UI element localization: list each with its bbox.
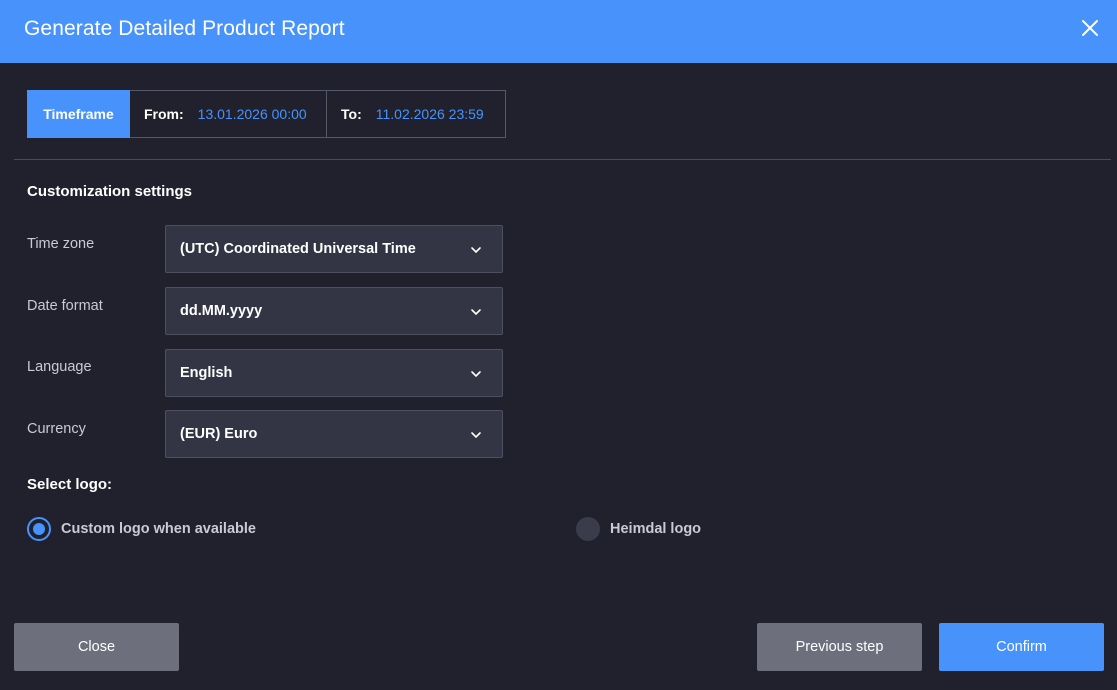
- customization-title: Customization settings: [27, 183, 193, 200]
- radio-selected-icon[interactable]: [27, 517, 51, 541]
- language-select[interactable]: English: [165, 349, 503, 397]
- chevron-down-icon: [471, 247, 481, 254]
- timeframe-label: Timeframe: [27, 90, 130, 138]
- radio-custom-logo[interactable]: Custom logo when available: [27, 516, 256, 542]
- select-logo-title: Select logo:: [27, 476, 113, 493]
- confirm-button[interactable]: Confirm: [939, 623, 1104, 671]
- close-icon[interactable]: [1079, 17, 1101, 39]
- chevron-down-icon: [471, 371, 481, 378]
- divider: [14, 159, 1111, 160]
- heimdal-logo-label[interactable]: Heimdal logo: [610, 521, 701, 537]
- timeframe-to[interactable]: To: 11.02.2026 23:59: [327, 91, 505, 137]
- chevron-down-icon: [471, 432, 481, 439]
- from-label: From:: [144, 106, 184, 122]
- date-format-select[interactable]: dd.MM.yyyy: [165, 287, 503, 335]
- radio-unselected-icon[interactable]: [576, 517, 600, 541]
- language-value: English: [180, 365, 233, 381]
- chevron-down-icon: [471, 309, 481, 316]
- custom-logo-label[interactable]: Custom logo when available: [61, 521, 256, 537]
- to-label: To:: [341, 106, 362, 122]
- language-label: Language: [27, 359, 92, 375]
- close-button[interactable]: Close: [14, 623, 179, 671]
- currency-value: (EUR) Euro: [180, 426, 258, 442]
- dialog-header: Generate Detailed Product Report: [0, 0, 1117, 63]
- time-zone-select[interactable]: (UTC) Coordinated Universal Time: [165, 225, 503, 273]
- currency-label: Currency: [27, 421, 86, 437]
- timeframe-bar: Timeframe From: 13.01.2026 00:00 To: 11.…: [27, 90, 506, 138]
- currency-select[interactable]: (EUR) Euro: [165, 410, 503, 458]
- time-zone-value: (UTC) Coordinated Universal Time: [180, 241, 416, 257]
- from-value[interactable]: 13.01.2026 00:00: [198, 106, 307, 122]
- date-format-value: dd.MM.yyyy: [180, 303, 263, 319]
- previous-step-button[interactable]: Previous step: [757, 623, 922, 671]
- date-format-label: Date format: [27, 298, 103, 314]
- dialog-title: Generate Detailed Product Report: [24, 17, 345, 40]
- radio-heimdal-logo[interactable]: Heimdal logo: [576, 516, 701, 542]
- time-zone-label: Time zone: [27, 236, 95, 252]
- to-value[interactable]: 11.02.2026 23:59: [376, 106, 484, 122]
- timeframe-from[interactable]: From: 13.01.2026 00:00: [130, 91, 327, 137]
